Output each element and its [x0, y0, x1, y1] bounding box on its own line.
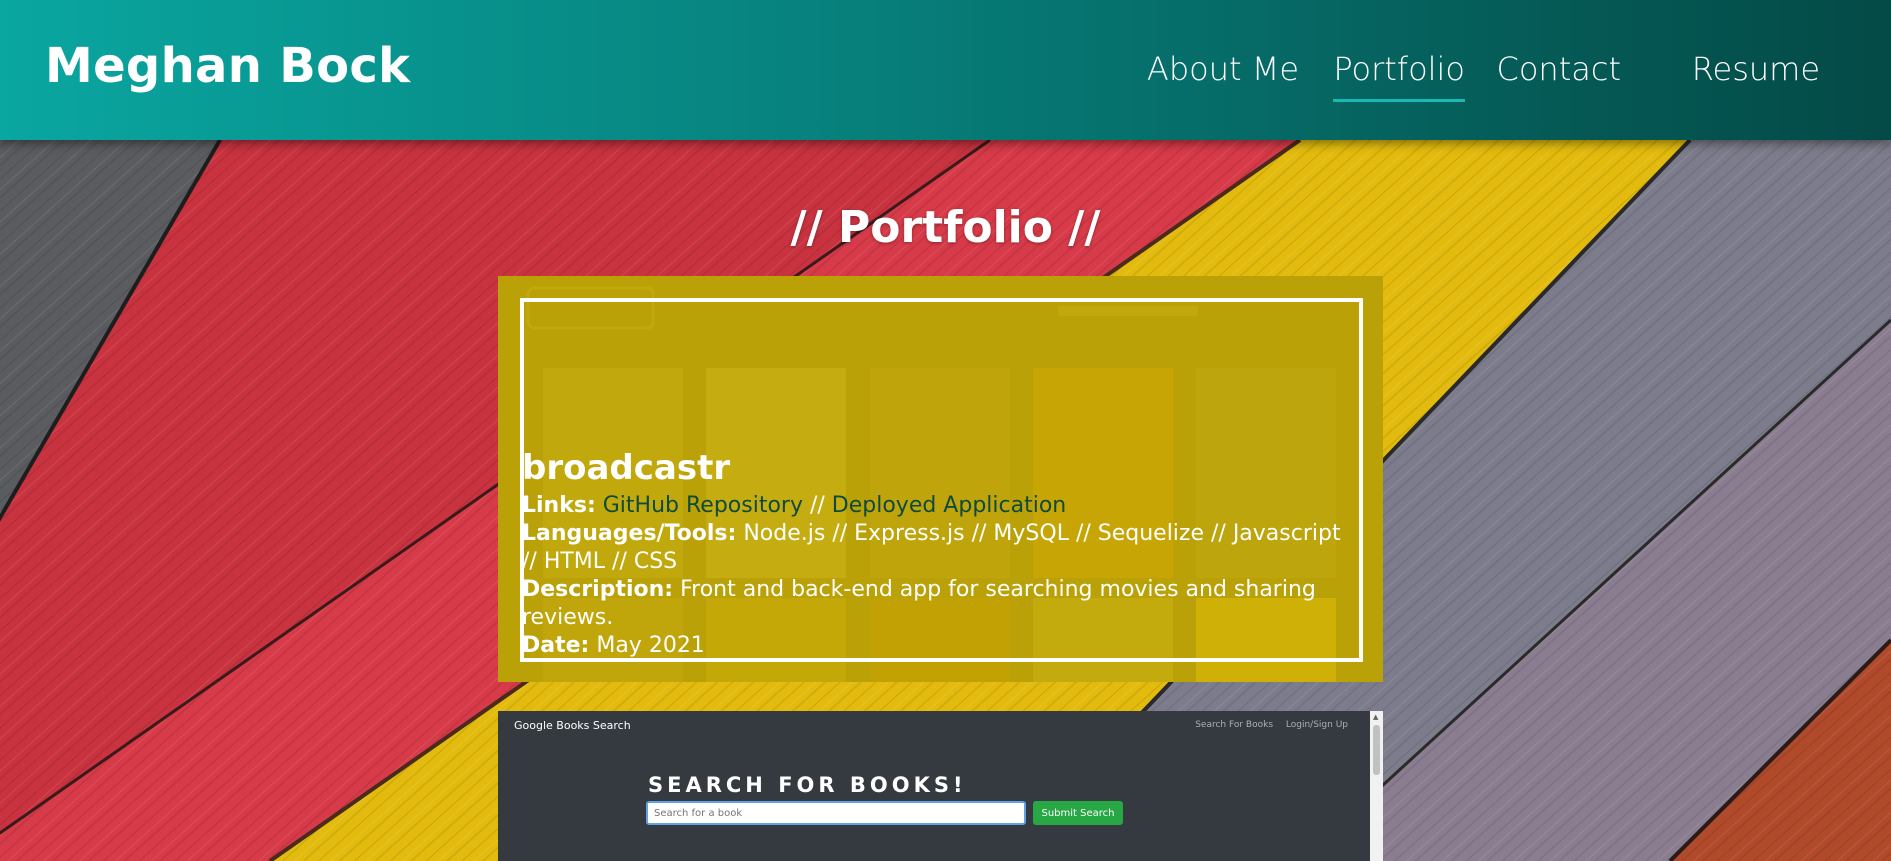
preview-search-input: [646, 801, 1026, 825]
preview-heading: SEARCH FOR BOOKS!: [648, 773, 967, 797]
project-links: Links: GitHub Repository // Deployed App…: [522, 492, 1359, 520]
scroll-thumb: [1373, 725, 1380, 775]
project-title: broadcastr: [522, 448, 731, 488]
project-date: Date: May 2021: [522, 632, 1359, 660]
project-description: Description: Front and back-end app for …: [522, 576, 1359, 632]
project-info: broadcastr Links: GitHub Repository // D…: [522, 448, 1359, 660]
project-card[interactable]: broadcastr Links: GitHub Repository // D…: [498, 276, 1383, 682]
date-value: May 2021: [596, 633, 705, 658]
scroll-up-arrow-icon: ▲: [1373, 713, 1379, 721]
preview-nav: Search For Books Login/Sign Up: [1185, 720, 1348, 730]
site-brand[interactable]: Meghan Bock: [45, 38, 410, 94]
link-separator: //: [802, 493, 832, 518]
preview-scrollbar: ▲: [1370, 711, 1383, 861]
project-tools: Languages/Tools: Node.js // Express.js /…: [522, 520, 1359, 576]
description-label: Description:: [522, 577, 674, 602]
nav-portfolio[interactable]: Portfolio: [1333, 50, 1465, 102]
section-title: // Portfolio //: [790, 202, 1101, 253]
preview-submit-button: Submit Search: [1033, 801, 1123, 825]
nav-contact[interactable]: Contact: [1497, 50, 1622, 88]
preview-nav-search: Search For Books: [1195, 720, 1274, 730]
preview-navbar: Google Books Search Search For Books Log…: [498, 711, 1370, 741]
deployed-application-link[interactable]: Deployed Application: [832, 493, 1066, 518]
nav-about-me[interactable]: About Me: [1147, 50, 1299, 88]
site-header: Meghan Bock About Me Portfolio Contact R…: [0, 0, 1891, 140]
links-label: Links:: [522, 493, 596, 518]
github-repository-link[interactable]: GitHub Repository: [603, 493, 803, 518]
date-label: Date:: [522, 633, 590, 658]
preview-nav-login: Login/Sign Up: [1285, 720, 1348, 730]
project-card-google-books[interactable]: Google Books Search Search For Books Log…: [498, 711, 1383, 861]
nav-resume[interactable]: Resume: [1692, 50, 1820, 88]
preview-app-title: Google Books Search: [514, 719, 631, 732]
tools-label: Languages/Tools:: [522, 521, 737, 546]
